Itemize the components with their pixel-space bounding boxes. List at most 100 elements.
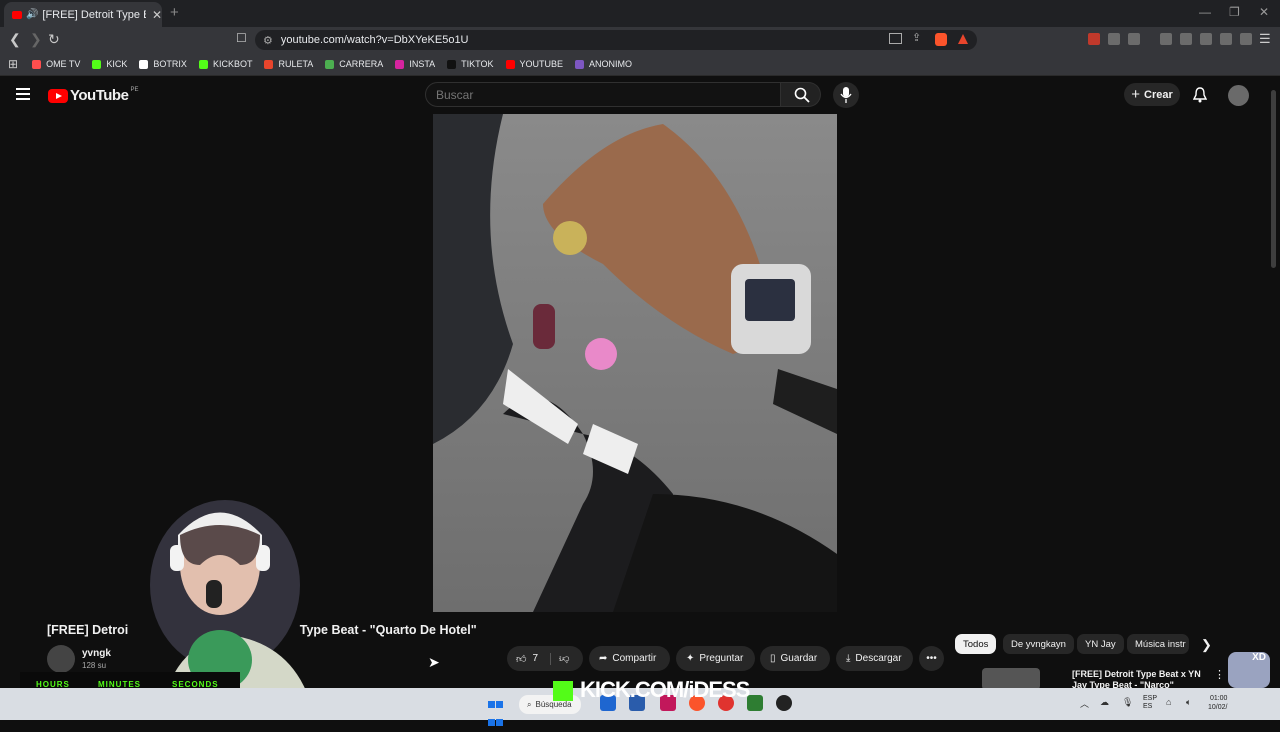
- bookmark-botrix[interactable]: BOTRIX: [139, 59, 187, 69]
- bookmark-ruleta[interactable]: RULETA: [264, 59, 313, 69]
- cast-icon[interactable]: [889, 33, 902, 44]
- youtube-logo[interactable]: YouTube PE: [48, 87, 138, 104]
- youtube-favicon-icon: [12, 10, 22, 19]
- network-icon[interactable]: ⌂: [1166, 697, 1171, 707]
- bookmark-anonimo[interactable]: ANONIMO: [575, 59, 632, 69]
- taskbar-obs-icon[interactable]: [776, 695, 792, 711]
- bookmark-youtube[interactable]: YOUTUBE: [505, 59, 563, 69]
- chips-next-icon[interactable]: ❯: [1201, 637, 1212, 653]
- like-icon[interactable]: 👍︎: [516, 653, 526, 665]
- dislike-icon[interactable]: 👍︎: [550, 652, 570, 665]
- bookmark-favicon-icon: [92, 59, 102, 69]
- maximize-icon[interactable]: ❐: [1229, 5, 1240, 19]
- notifications-bell-icon[interactable]: [1192, 87, 1208, 108]
- brave-shield-icon[interactable]: [935, 33, 947, 46]
- wallet-card-icon[interactable]: [1200, 33, 1212, 45]
- chip-from-channel[interactable]: De yvngkayn: [1003, 634, 1074, 654]
- taskbar-app-icon[interactable]: [747, 695, 763, 711]
- bookmark-label: OME TV: [46, 59, 81, 69]
- bookmark-insta[interactable]: INSTA: [395, 59, 435, 69]
- leo-ai-icon[interactable]: [1220, 33, 1232, 45]
- taskbar-search-label: Búsqueda: [535, 700, 572, 709]
- bookmark-ome-tv[interactable]: OME TV: [32, 59, 80, 69]
- speaker-icon[interactable]: 🔊: [26, 9, 38, 20]
- ask-button[interactable]: ✦ Preguntar: [676, 646, 755, 671]
- address-bar[interactable]: ⚙ youtube.com/watch?v=DbXYeKE5o1U: [255, 30, 977, 50]
- plus-icon: +: [1131, 86, 1140, 103]
- account-avatar[interactable]: [1228, 85, 1249, 106]
- channel-name[interactable]: yvngk: [82, 648, 111, 659]
- save-button[interactable]: ▯ Guardar: [760, 646, 830, 671]
- chip-all[interactable]: Todos: [955, 634, 997, 654]
- video-player[interactable]: [433, 114, 837, 612]
- download-label: Descargar: [855, 653, 902, 664]
- xd-badge-label: XD: [1252, 652, 1266, 663]
- more-actions-icon[interactable]: •••: [919, 646, 944, 671]
- minimize-icon[interactable]: —: [1199, 5, 1211, 19]
- download-icon: ⤓: [846, 653, 851, 664]
- vpn-shield-icon[interactable]: [1240, 33, 1252, 45]
- video-frame: [433, 114, 837, 612]
- recommended-menu-icon[interactable]: ⋮: [1214, 668, 1225, 681]
- create-button[interactable]: + Crear: [1124, 83, 1180, 106]
- taskbar-clock[interactable]: 01:00 10/02/: [1208, 694, 1227, 712]
- youtube-wordmark: YouTube: [70, 87, 129, 104]
- bookmark-icon[interactable]: ☐: [236, 31, 247, 45]
- close-tab-icon[interactable]: ✕: [152, 8, 162, 22]
- bookmark-favicon-icon: [395, 59, 405, 69]
- input-language[interactable]: ESP ES: [1143, 695, 1157, 711]
- page-scrollbar[interactable]: [1271, 90, 1276, 268]
- search-input[interactable]: [425, 82, 781, 107]
- reload-icon[interactable]: ↻: [48, 31, 60, 48]
- share-page-icon[interactable]: ⇪: [912, 31, 921, 44]
- extension-icon[interactable]: [1088, 33, 1100, 45]
- tray-mic-icon[interactable]: 🎙︎: [1122, 697, 1133, 708]
- download-button[interactable]: ⤓ Descargar: [836, 646, 913, 671]
- voice-search-button[interactable]: [833, 82, 859, 108]
- clock-time: 01:00: [1209, 695, 1228, 702]
- clock-date: 10/02/: [1208, 704, 1228, 711]
- back-icon[interactable]: ❮: [9, 31, 21, 48]
- lang-line2: ES: [1143, 703, 1153, 710]
- search-button[interactable]: [781, 82, 821, 107]
- brave-rewards-icon[interactable]: [958, 34, 968, 44]
- hamburger-menu-icon[interactable]: [16, 88, 30, 103]
- volume-icon[interactable]: 🔈︎: [1186, 697, 1191, 708]
- forward-icon[interactable]: ❯: [30, 31, 42, 48]
- recommended-thumbnail[interactable]: [982, 668, 1040, 690]
- search-icon: [794, 87, 810, 103]
- new-tab-icon[interactable]: +: [170, 4, 179, 21]
- tab-title: [FREE] Detroit Type Beat x YN: [42, 8, 146, 21]
- channel-avatar[interactable]: [47, 645, 75, 673]
- like-dislike-group: 👍︎ 7 👍︎: [507, 646, 583, 671]
- bookmark-carrera[interactable]: CARRERA: [325, 59, 383, 69]
- bookmark-label: CARRERA: [339, 59, 384, 69]
- save-bookmark-icon: ▯: [770, 653, 776, 664]
- bookmark-kick[interactable]: KICK: [92, 59, 127, 69]
- sparkle-icon: ✦: [686, 653, 695, 664]
- chip-instrumental[interactable]: Música instr: [1127, 634, 1189, 654]
- site-info-icon[interactable]: ⚙: [263, 34, 273, 47]
- bookmark-label: RULETA: [278, 59, 314, 69]
- extensions-puzzle-icon[interactable]: [1108, 33, 1120, 45]
- music-icon[interactable]: [1160, 33, 1172, 45]
- mouse-cursor-icon: ➤: [428, 654, 440, 670]
- tray-chevron-icon[interactable]: ︿: [1080, 697, 1089, 710]
- bookmark-label: BOTRIX: [153, 59, 187, 69]
- chip-yn-jay[interactable]: YN Jay: [1077, 634, 1124, 654]
- browser-menu-icon[interactable]: ☰: [1259, 31, 1271, 47]
- close-window-icon[interactable]: ✕: [1259, 5, 1269, 19]
- wallet-icon[interactable]: [1128, 33, 1140, 45]
- country-code: PE: [130, 87, 139, 93]
- bookmarks-bar: ⊞ OME TV KICK BOTRIX KICKBOT RULETA CARRERA IN…: [0, 53, 1280, 76]
- share-label: Compartir: [612, 653, 657, 664]
- bookmark-tiktok[interactable]: TIKTOK: [447, 59, 494, 69]
- onedrive-icon[interactable]: ☁: [1100, 697, 1109, 708]
- sidebar-icon[interactable]: [1180, 33, 1192, 45]
- browser-tab[interactable]: 🔊 [FREE] Detroit Type Beat x YN ✕: [4, 2, 162, 27]
- share-button[interactable]: ➦ Compartir: [589, 646, 670, 671]
- apps-grid-icon[interactable]: ⊞: [8, 57, 18, 71]
- bookmark-kickbot[interactable]: KICKBOT: [198, 59, 252, 69]
- bookmark-favicon-icon: [505, 59, 515, 69]
- windows-start-icon[interactable]: [488, 696, 504, 726]
